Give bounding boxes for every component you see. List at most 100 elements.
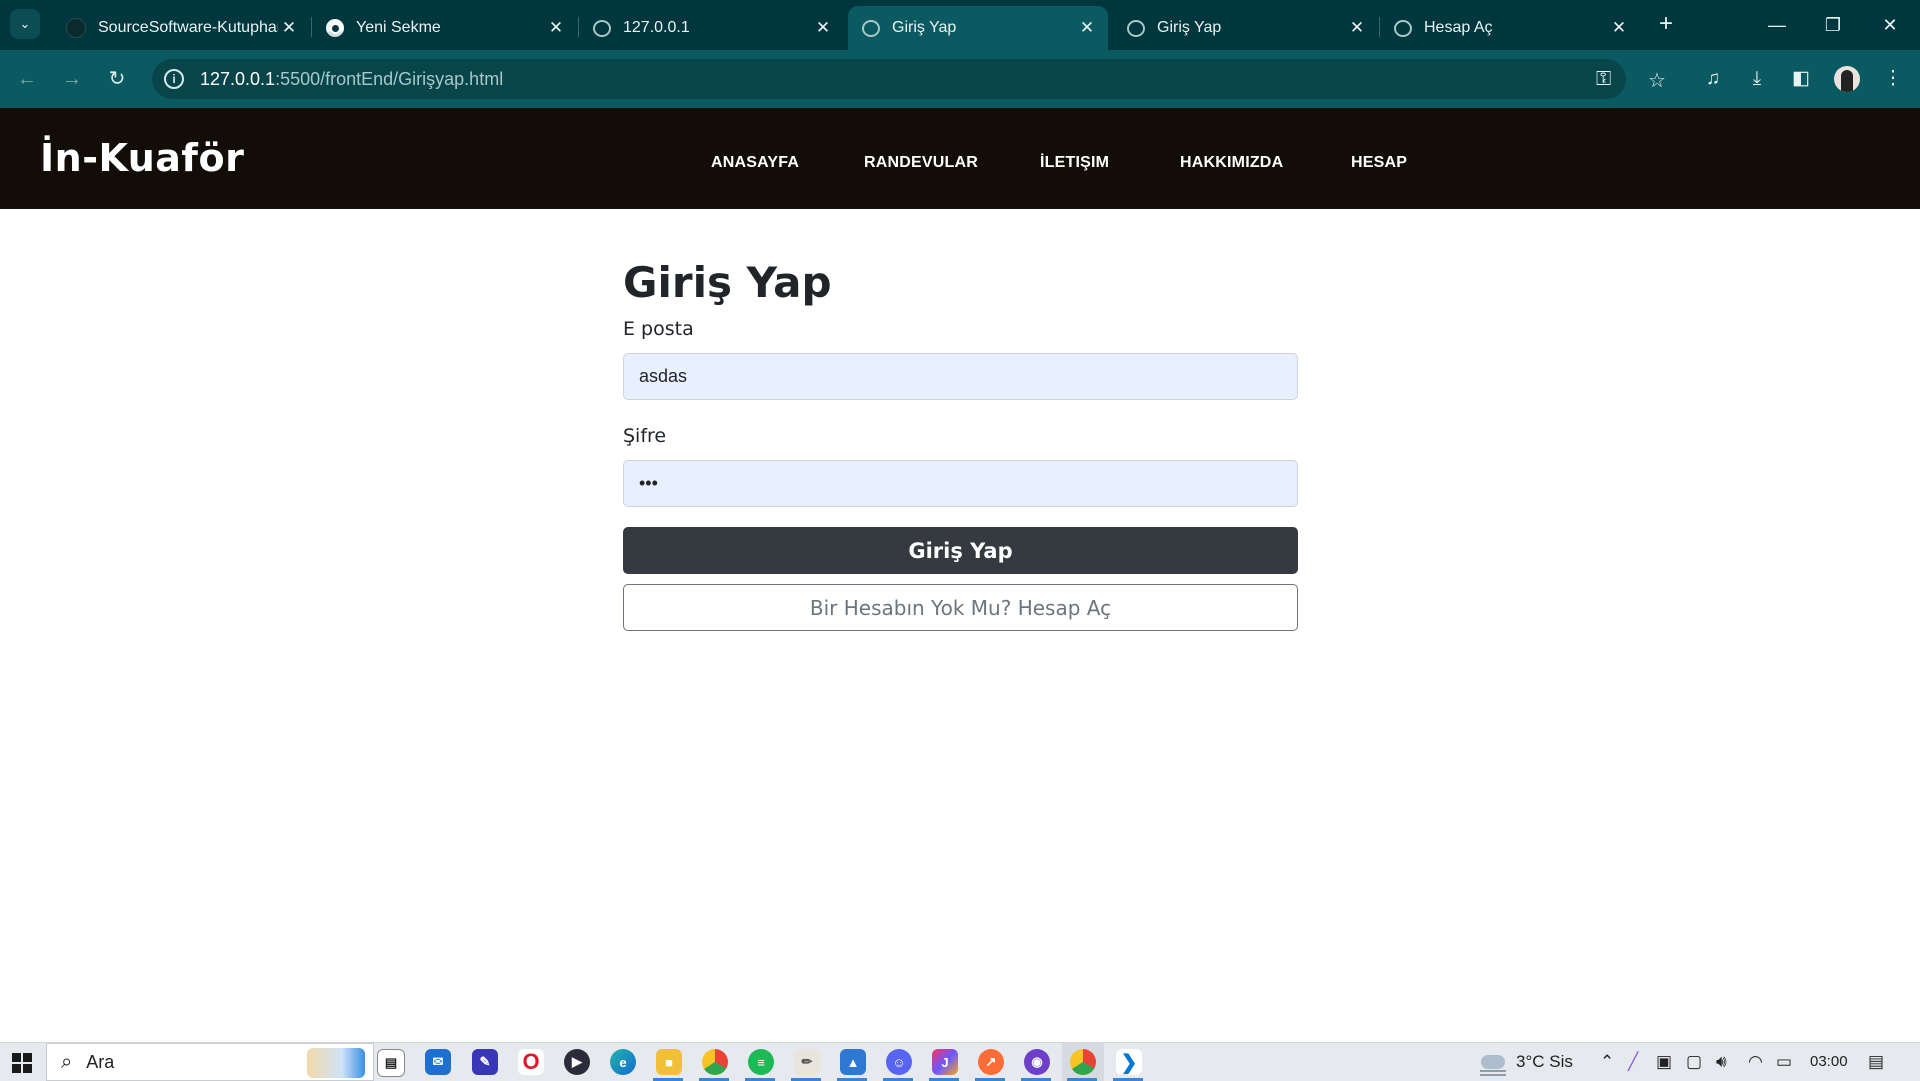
clock-time[interactable]: 03:00 — [1810, 1053, 1848, 1070]
new-tab-button[interactable]: + — [1651, 10, 1681, 40]
task-view-icon[interactable]: ▤ — [377, 1049, 405, 1077]
browser-toolbar: ← → ↻ i 127.0.0.1:5500/frontEnd/Girişyap… — [0, 50, 1920, 108]
tab-search-button[interactable]: ⌄ — [10, 9, 40, 39]
globe-icon — [862, 19, 880, 37]
tab-title: Hesap Aç — [1424, 19, 1493, 36]
nav-iletisim[interactable]: İLETIŞIM — [1040, 154, 1109, 172]
email-value: asdas — [639, 366, 688, 386]
search-icon: ⌕ — [61, 1050, 73, 1073]
download-icon[interactable]: ⤓ — [1740, 62, 1774, 96]
create-account-button[interactable]: Bir Hesabın Yok Mu? Hesap Aç — [623, 584, 1298, 631]
globe-icon — [1394, 19, 1412, 37]
github-desktop-icon[interactable]: ◉ — [1024, 1049, 1050, 1075]
arrow-right-icon: → — [62, 68, 82, 90]
github-icon — [66, 18, 86, 38]
arrow-left-icon: ← — [17, 68, 37, 90]
email-label: E posta — [623, 318, 694, 340]
tab-yeni-sekme[interactable]: Yeni Sekme ✕ — [312, 6, 577, 50]
tab-title: Giriş Yap — [892, 19, 957, 36]
mail-icon[interactable]: ✉ — [425, 1049, 451, 1075]
photos-icon[interactable]: ▲ — [840, 1049, 866, 1075]
chrome-icon — [326, 19, 344, 37]
wifi-icon[interactable]: ◠ — [1748, 1052, 1763, 1072]
email-field[interactable]: asdas — [623, 353, 1298, 400]
vscode-icon[interactable]: ❯ — [1116, 1049, 1142, 1075]
windows-taskbar: ⌕ Ara ▤ ✉ ✎ O ▶ e ■ ≡ ✏ ▲ ☺ J ↗ ◉ ❯ 3°C … — [0, 1042, 1920, 1081]
weather-text[interactable]: 3°C Sis — [1516, 1052, 1573, 1072]
globe-icon — [593, 19, 611, 37]
restore-icon: ❐ — [1824, 15, 1842, 35]
reload-button[interactable]: ↻ — [100, 62, 134, 96]
password-value: ••• — [639, 473, 658, 493]
reload-icon: ↻ — [108, 68, 126, 90]
restore-button[interactable]: ❐ — [1813, 8, 1853, 42]
file-explorer-icon[interactable]: ■ — [656, 1049, 682, 1075]
tab-localhost[interactable]: 127.0.0.1 ✕ — [579, 6, 844, 50]
forward-button[interactable]: → — [55, 62, 89, 96]
page-title: Giriş Yap — [623, 258, 832, 307]
site-info-icon[interactable]: i — [164, 69, 184, 89]
nav-anasayfa[interactable]: ANASAYFA — [711, 154, 799, 172]
close-icon[interactable]: ✕ — [812, 18, 834, 38]
close-icon[interactable]: ✕ — [1346, 18, 1368, 38]
nav-hakkimizda[interactable]: HAKKIMIZDA — [1180, 154, 1283, 172]
tab-title: 127.0.0.1 — [623, 19, 690, 36]
tab-title: Giriş Yap — [1157, 19, 1222, 36]
taskbar-search-box[interactable]: ⌕ Ara — [46, 1043, 374, 1081]
password-label: Şifre — [623, 425, 667, 447]
close-icon[interactable]: ✕ — [278, 18, 300, 38]
nav-hesap[interactable]: HESAP — [1351, 154, 1407, 172]
menu-kebab-icon[interactable]: ⋮ — [1876, 62, 1910, 96]
network-drive-icon[interactable]: ▣ — [1656, 1052, 1672, 1072]
key-icon[interactable]: ⚿ — [1596, 68, 1611, 91]
chrome-profile-icon[interactable] — [1070, 1049, 1096, 1075]
chevron-up-icon[interactable]: ⌃ — [1600, 1052, 1614, 1072]
side-panel-icon[interactable]: ◧ — [1784, 62, 1818, 96]
tab-hesap-ac[interactable]: Hesap Aç ✕ — [1380, 6, 1640, 50]
minimize-button[interactable]: — — [1757, 8, 1797, 42]
tab-sourcesoftware[interactable]: SourceSoftware-Kutuphane ✕ — [52, 6, 310, 50]
tab-giris-yap-active[interactable]: Giriş Yap ✕ — [848, 6, 1108, 50]
close-window-button[interactable]: ✕ — [1870, 8, 1910, 42]
back-button[interactable]: ← — [10, 62, 44, 96]
windows-start-button[interactable] — [12, 1053, 32, 1073]
address-bar[interactable]: i 127.0.0.1:5500/frontEnd/Girişyap.html … — [152, 59, 1666, 99]
discord-icon[interactable]: ☺ — [886, 1049, 912, 1075]
media-player-icon[interactable]: ▶ — [564, 1049, 590, 1075]
postman-icon[interactable]: ↗ — [978, 1049, 1004, 1075]
jetbrains-icon[interactable]: J — [932, 1049, 958, 1075]
password-field[interactable]: ••• — [623, 460, 1298, 507]
edge-icon[interactable]: e — [610, 1049, 636, 1075]
main-nav: ANASAYFA RANDEVULAR İLETIŞIM HAKKIMIZDA … — [0, 154, 1920, 184]
tab-giris-yap[interactable]: Giriş Yap ✕ — [1113, 6, 1378, 50]
notifications-icon[interactable]: ▤ — [1868, 1052, 1884, 1072]
globe-icon — [1127, 19, 1145, 37]
close-icon: ✕ — [1882, 15, 1898, 35]
taskbar-search-placeholder: Ara — [86, 1051, 115, 1072]
tab-title: SourceSoftware-Kutuphane — [98, 19, 278, 36]
tab-title: Yeni Sekme — [356, 19, 441, 36]
url-path: :5500/frontEnd/Girişyap.html — [275, 68, 504, 89]
opera-icon[interactable]: O — [518, 1049, 544, 1075]
chrome-icon[interactable] — [702, 1049, 728, 1075]
url-host: 127.0.0.1 — [200, 68, 276, 89]
meet-now-icon[interactable]: ▢ — [1686, 1052, 1702, 1072]
nav-randevular[interactable]: RANDEVULAR — [864, 154, 978, 172]
url-text: 127.0.0.1:5500/frontEnd/Girişyap.html — [200, 69, 503, 90]
paint-icon[interactable]: ✏ — [794, 1049, 820, 1075]
fog-weather-icon[interactable] — [1478, 1049, 1508, 1075]
profile-avatar[interactable] — [1834, 66, 1860, 92]
pen-app-icon[interactable]: ✎ — [472, 1049, 498, 1075]
spotify-icon[interactable]: ≡ — [748, 1049, 774, 1075]
battery-icon[interactable]: ▭ — [1776, 1052, 1792, 1072]
minimize-icon: — — [1768, 15, 1786, 35]
login-submit-button[interactable]: Giriş Yap — [623, 527, 1298, 574]
close-icon[interactable]: ✕ — [1076, 18, 1098, 38]
browser-tab-strip: ⌄ SourceSoftware-Kutuphane ✕ Yeni Sekme … — [0, 0, 1920, 50]
close-icon[interactable]: ✕ — [545, 18, 567, 38]
speaker-icon[interactable]: 🔊︎ — [1716, 1052, 1727, 1072]
chevron-down-icon: ⌄ — [19, 16, 31, 31]
media-control-icon[interactable]: ♫ — [1696, 62, 1730, 96]
pen-icon[interactable]: ╱ — [1628, 1052, 1638, 1072]
close-icon[interactable]: ✕ — [1608, 18, 1630, 38]
